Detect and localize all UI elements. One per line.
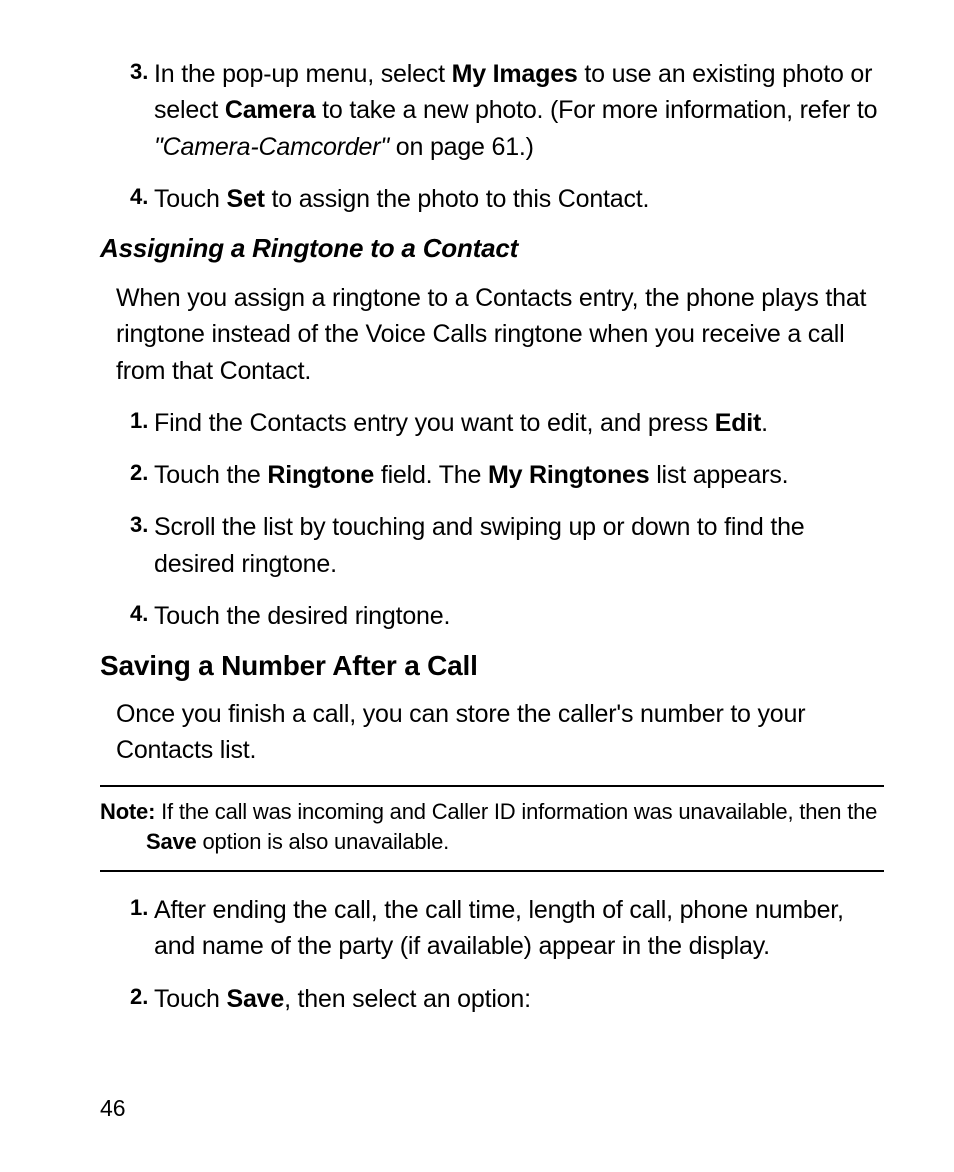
list-item: 3. In the pop-up menu, select My Images …: [100, 56, 884, 165]
list-text: Touch Set to assign the photo to this Co…: [154, 181, 884, 217]
list-item: 2. Touch the Ringtone field. The My Ring…: [100, 457, 884, 493]
list-item: 3. Scroll the list by touching and swipi…: [100, 509, 884, 582]
list-item: 1. Find the Contacts entry you want to e…: [100, 405, 884, 441]
list-item: 2. Touch Save, then select an option:: [100, 981, 884, 1017]
list-text: After ending the call, the call time, le…: [154, 892, 884, 965]
note-block: Note: If the call was incoming and Calle…: [100, 785, 884, 873]
list-number: 3.: [100, 509, 154, 582]
section-heading-saving: Saving a Number After a Call: [100, 650, 884, 682]
list-item: 1. After ending the call, the call time,…: [100, 892, 884, 965]
list-text: Touch the Ringtone field. The My Rington…: [154, 457, 884, 493]
page-number: 46: [100, 1095, 126, 1122]
list-number: 1.: [100, 405, 154, 441]
list-text: Touch Save, then select an option:: [154, 981, 884, 1017]
list-number: 4.: [100, 181, 154, 217]
list-text: Find the Contacts entry you want to edit…: [154, 405, 884, 441]
list-text: In the pop-up menu, select My Images to …: [154, 56, 884, 165]
paragraph: When you assign a ringtone to a Contacts…: [116, 280, 884, 389]
list-number: 1.: [100, 892, 154, 965]
list-number: 2.: [100, 981, 154, 1017]
subsection-heading-ringtone: Assigning a Ringtone to a Contact: [100, 233, 884, 264]
list-number: 4.: [100, 598, 154, 634]
list-number: 2.: [100, 457, 154, 493]
list-number: 3.: [100, 56, 154, 165]
list-text: Touch the desired ringtone.: [154, 598, 884, 634]
note-text: Note: If the call was incoming and Calle…: [100, 797, 884, 859]
list-text: Scroll the list by touching and swiping …: [154, 509, 884, 582]
list-item: 4. Touch the desired ringtone.: [100, 598, 884, 634]
paragraph: Once you finish a call, you can store th…: [116, 696, 884, 769]
list-item: 4. Touch Set to assign the photo to this…: [100, 181, 884, 217]
